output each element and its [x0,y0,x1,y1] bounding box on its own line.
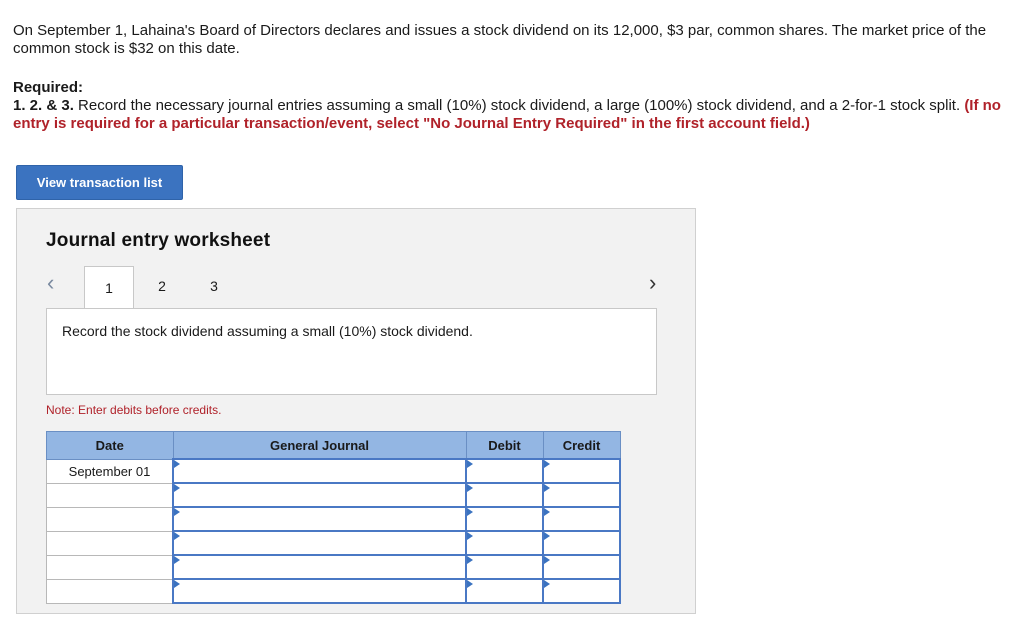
journal-entry-worksheet: Journal entry worksheet ‹ 1 2 3 › Record… [16,208,696,614]
credit-input[interactable] [542,458,621,484]
general-journal-input[interactable] [172,482,467,508]
problem-statement: On September 1, Lahaina's Board of Direc… [13,22,987,57]
column-header-credit: Credit [542,431,621,460]
table-row [46,578,621,604]
column-header-general-journal: General Journal [172,431,467,460]
column-header-debit: Debit [465,431,544,460]
chevron-right-icon[interactable]: › [649,270,656,296]
chevron-left-icon[interactable]: ‹ [47,270,54,296]
general-journal-input[interactable] [172,578,467,604]
general-journal-input[interactable] [172,506,467,532]
debit-input[interactable] [465,482,544,508]
table-row [46,482,621,508]
journal-table: Date General Journal Debit Credit Septem… [46,431,621,604]
general-journal-input[interactable] [172,530,467,556]
debits-credits-note: Note: Enter debits before credits. [46,403,222,417]
tab-3[interactable]: 3 [201,266,227,306]
tab-2[interactable]: 2 [149,266,175,306]
date-cell: September 01 [46,458,174,484]
date-cell [46,554,174,580]
credit-input[interactable] [542,506,621,532]
debit-input[interactable] [465,458,544,484]
date-cell [46,530,174,556]
credit-input[interactable] [542,482,621,508]
date-cell [46,506,174,532]
debit-input[interactable] [465,506,544,532]
general-journal-input[interactable] [172,554,467,580]
table-row: September 01 [46,458,621,484]
general-journal-input[interactable] [172,458,467,484]
debit-input[interactable] [465,530,544,556]
entry-instruction: Record the stock dividend assuming a sma… [46,308,657,395]
required-numbers: 1. 2. & 3. [13,97,74,114]
tab-1[interactable]: 1 [84,266,134,308]
debit-input[interactable] [465,578,544,604]
date-cell [46,578,174,604]
worksheet-title: Journal entry worksheet [46,230,271,251]
column-header-date: Date [46,431,174,460]
date-cell [46,482,174,508]
required-instructions: 1. 2. & 3. Record the necessary journal … [13,97,1003,133]
table-row [46,530,621,556]
table-row [46,554,621,580]
view-transaction-list-button[interactable]: View transaction list [16,165,183,200]
credit-input[interactable] [542,554,621,580]
credit-input[interactable] [542,578,621,604]
required-heading: Required: [13,79,84,96]
credit-input[interactable] [542,530,621,556]
table-row [46,506,621,532]
debit-input[interactable] [465,554,544,580]
required-text: Record the necessary journal entries ass… [78,97,961,114]
